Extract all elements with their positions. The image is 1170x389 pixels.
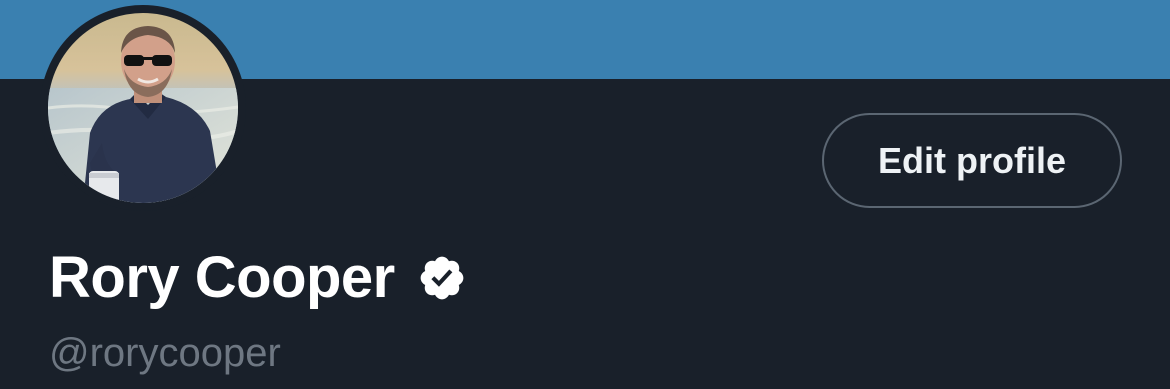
verified-badge-icon[interactable] xyxy=(417,253,467,303)
display-name: Rory Cooper xyxy=(49,245,395,310)
name-row: Rory Cooper xyxy=(49,238,467,318)
profile-photo xyxy=(48,13,238,203)
avatar[interactable] xyxy=(48,13,238,203)
username-handle: @rorycooper xyxy=(49,331,281,375)
edit-profile-button[interactable]: Edit profile xyxy=(822,113,1122,208)
